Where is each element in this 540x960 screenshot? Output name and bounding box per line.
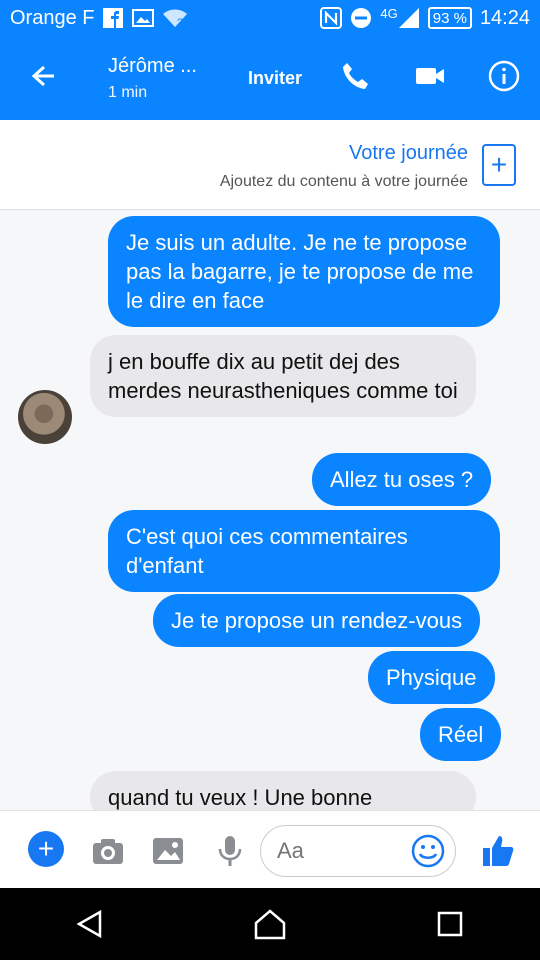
message-input[interactable] [261, 826, 401, 876]
clock: 14:24 [479, 6, 530, 29]
outgoing-message[interactable]: C'est quoi ces commentaires d'enfant [108, 510, 500, 592]
message-input-box[interactable] [260, 825, 456, 877]
contact-title[interactable]: Jérôme ... 1 min [84, 55, 224, 102]
recents-nav-icon[interactable] [426, 900, 474, 948]
your-day-title[interactable]: Votre journée [220, 142, 468, 165]
battery-level: 93 % [432, 9, 467, 27]
back-arrow-icon [28, 62, 56, 95]
outgoing-message[interactable]: Je te propose un rendez-vous [153, 594, 481, 647]
image-icon[interactable] [150, 833, 186, 869]
your-day-subtitle: Ajoutez du contenu à votre journée [219, 173, 468, 190]
svg-text:?: ? [177, 17, 183, 28]
outgoing-message[interactable]: Allez tu oses ? [312, 453, 492, 506]
contact-name: Jérôme ... [108, 54, 197, 77]
wifi-icon: ? [162, 8, 188, 28]
battery-icon: 93 % [427, 7, 472, 29]
carrier-name: Orange F [10, 6, 95, 29]
signal-icon [398, 7, 420, 29]
incoming-message[interactable]: j en bouffe dix au petit dej des merdes … [90, 335, 476, 417]
info-icon [488, 60, 520, 97]
your-day-banner[interactable]: Votre journée Ajoutez du contenu à votre… [0, 120, 540, 210]
outgoing-message[interactable]: Je suis un adulte. Je ne te propose pas … [108, 216, 500, 327]
add-icon: + [490, 149, 508, 180]
home-nav-icon[interactable] [246, 900, 294, 948]
do-not-disturb-icon [350, 7, 372, 29]
incoming-message[interactable]: quand tu veux ! Une bonne [90, 771, 476, 810]
gallery-icon [132, 8, 155, 28]
last-active: 1 min [108, 83, 148, 101]
conversation-header: Jérôme ... 1 min Inviter [0, 36, 540, 120]
status-bar: Orange F ? 4G 93 % 14:24 [0, 0, 540, 36]
add-to-day-button[interactable]: + [482, 144, 516, 186]
contact-avatar[interactable] [18, 390, 72, 444]
phone-icon [340, 60, 372, 97]
system-navigation-bar [0, 888, 540, 960]
emoji-icon[interactable] [411, 834, 445, 873]
message-list[interactable]: Je suis un adulte. Je ne te propose pas … [0, 210, 540, 810]
invite-button[interactable]: Inviter [248, 68, 302, 89]
video-camera-icon [414, 64, 446, 93]
call-button[interactable] [338, 60, 374, 96]
back-button[interactable] [0, 36, 84, 120]
outgoing-message[interactable]: Physique [368, 651, 495, 704]
facebook-icon [102, 7, 124, 29]
microphone-icon[interactable] [212, 833, 248, 869]
network-type: 4G [380, 5, 398, 21]
outgoing-message[interactable]: Réel [420, 708, 502, 761]
back-nav-icon[interactable] [66, 900, 114, 948]
like-icon[interactable] [480, 833, 516, 869]
message-composer: + [0, 810, 540, 888]
nfc-icon [320, 7, 343, 29]
video-call-button[interactable] [412, 60, 448, 96]
camera-icon[interactable] [90, 833, 126, 869]
plus-icon[interactable]: + [28, 831, 64, 867]
info-button[interactable] [486, 60, 522, 96]
